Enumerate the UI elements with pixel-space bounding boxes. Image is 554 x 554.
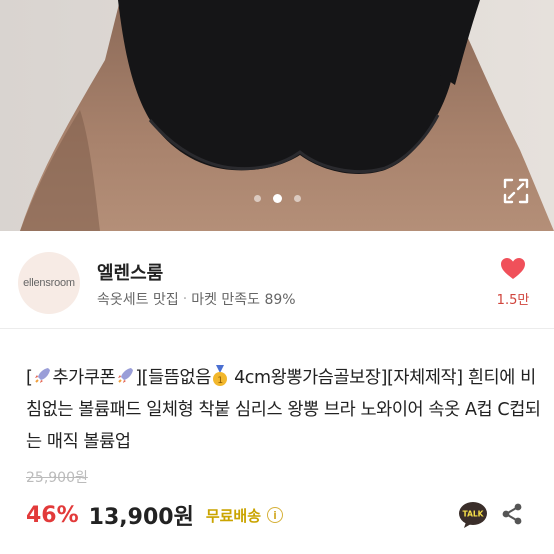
price-row: 46% 13,900원 무료배송 i [26, 499, 284, 531]
seller-avatar-text: ellensroom [23, 277, 75, 289]
discount-rate: 46% [26, 502, 79, 528]
svg-text:1: 1 [217, 376, 222, 386]
product-title: [추가쿠폰][들뜸없음 1 4cm왕뽕가슴골보장][자체제작] 흰티에 비침없는 … [26, 362, 542, 458]
heart-icon [501, 258, 525, 279]
pagination-dot[interactable] [253, 194, 261, 202]
pagination-dot-active[interactable] [272, 193, 282, 203]
like-button[interactable]: 1.5만 [488, 257, 538, 309]
gallery-pagination [0, 192, 554, 204]
shipping-label: 무료배송 [205, 506, 262, 525]
seller-name[interactable]: 엘렌스룸 [97, 259, 163, 285]
pagination-dot[interactable] [293, 194, 301, 202]
seller-section[interactable]: ellensroom 엘렌스룸 속옷세트 맛집 · 마켓 만족도 89% 1.5… [0, 231, 554, 329]
seller-tag: 속옷세트 맛집 [97, 292, 179, 308]
seller-avatar[interactable]: ellensroom [18, 252, 80, 314]
like-count: 1.5만 [496, 293, 530, 308]
rocket-icon [118, 368, 134, 383]
product-image[interactable] [0, 0, 554, 231]
kakaotalk-icon[interactable]: TALK [458, 501, 488, 529]
info-icon[interactable]: i [267, 507, 284, 523]
seller-rating: 마켓 만족도 89% [191, 292, 296, 308]
separator: · [182, 291, 188, 307]
title-coupon: 추가쿠폰 [52, 368, 116, 388]
title-segment: ][들뜸없음 [135, 368, 211, 388]
share-icon[interactable] [500, 502, 524, 526]
original-price: 25,900원 [26, 470, 88, 486]
rocket-icon [35, 368, 51, 383]
medal-icon: 1 [212, 365, 227, 386]
svg-text:TALK: TALK [463, 510, 485, 519]
seller-info: 속옷세트 맛집 · 마켓 만족도 89% [97, 289, 296, 309]
sale-price: 13,900원 [88, 505, 194, 530]
expand-icon[interactable] [501, 176, 531, 206]
